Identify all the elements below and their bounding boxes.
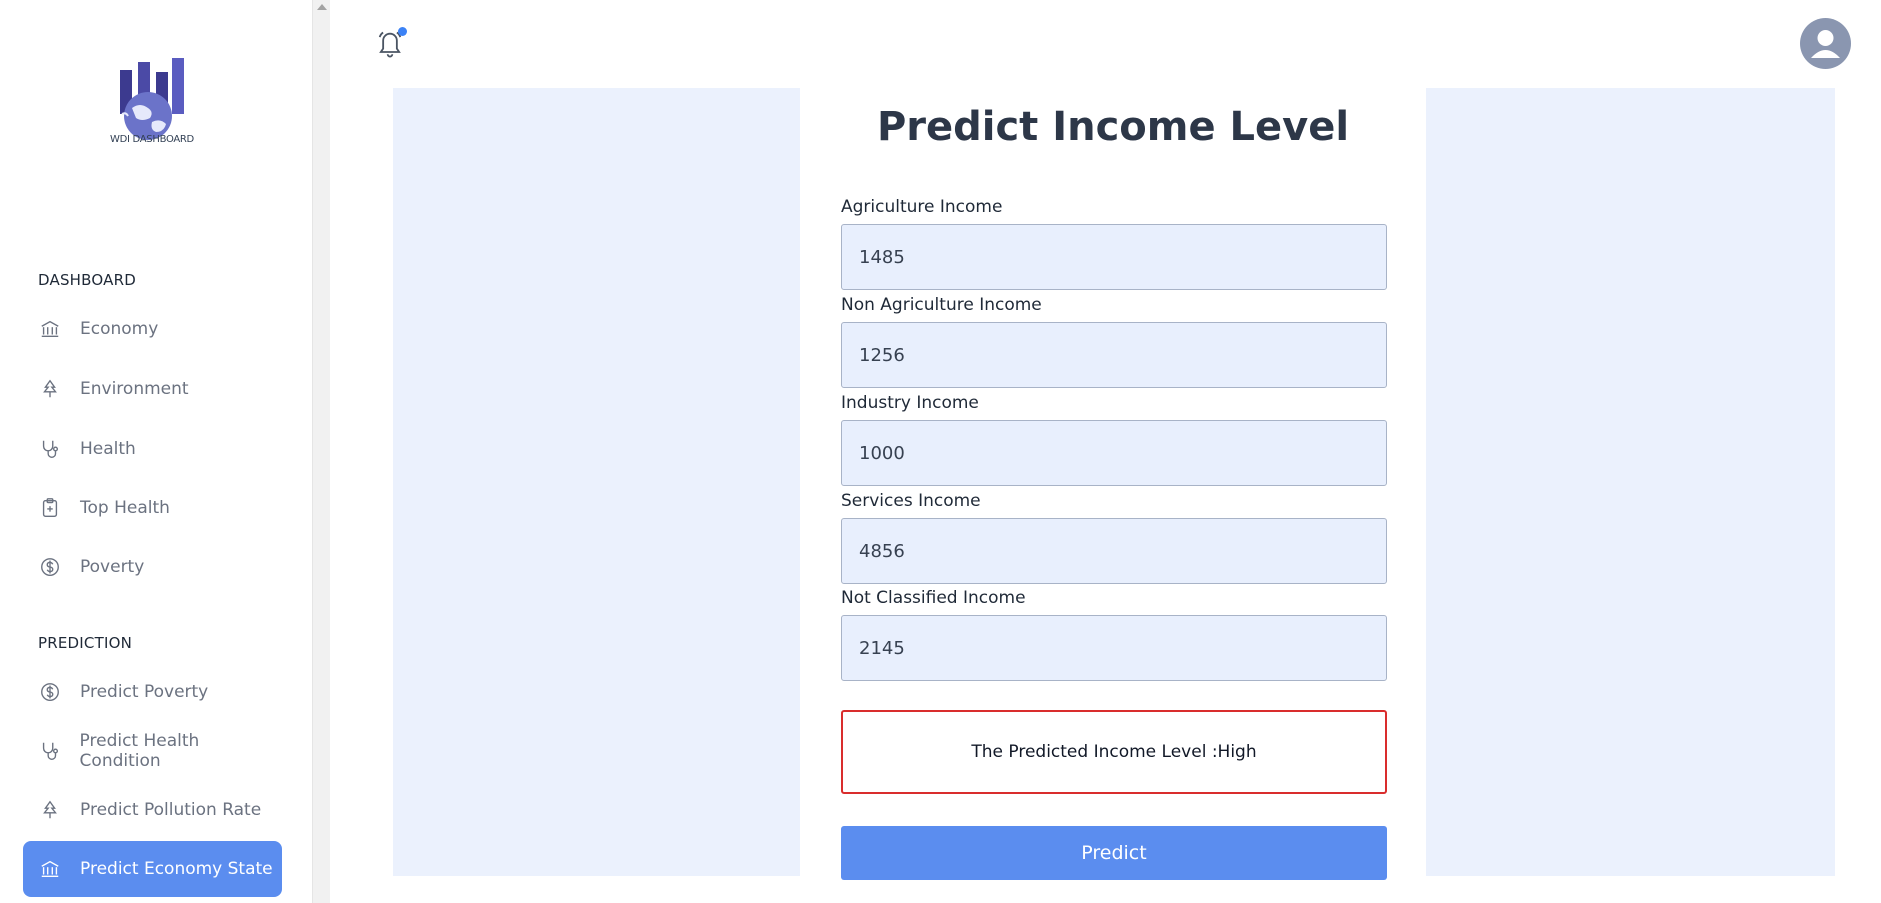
sidebar-scrollbar[interactable] (312, 0, 330, 903)
scroll-up-arrow-icon[interactable] (317, 4, 327, 10)
clipboard-plus-icon (38, 496, 62, 520)
sidebar: WDI DASHBOARD DASHBOARD Economy Environm… (0, 0, 312, 903)
logo-caption: WDI DASHBOARD (110, 134, 194, 145)
not-classified-income-input[interactable] (841, 615, 1387, 681)
sidebar-item-economy[interactable]: Economy (23, 301, 282, 357)
bank-icon (38, 317, 62, 341)
stethoscope-icon (38, 739, 62, 763)
agriculture-income-input[interactable] (841, 224, 1387, 290)
sidebar-item-label: Environment (80, 379, 189, 399)
non-agriculture-income-input[interactable] (841, 322, 1387, 388)
sidebar-item-top-health[interactable]: Top Health (23, 480, 282, 536)
tree-icon (38, 798, 62, 822)
predict-button[interactable]: Predict (841, 826, 1387, 880)
sidebar-item-predict-pollution-rate[interactable]: Predict Pollution Rate (23, 782, 282, 838)
not-classified-income-label: Not Classified Income (841, 588, 1026, 608)
sidebar-item-label: Poverty (80, 557, 145, 577)
sidebar-item-predict-economy-state[interactable]: Predict Economy State (23, 841, 282, 897)
sidebar-item-label: Predict Health Condition (79, 731, 200, 771)
sidebar-item-predict-health-condition[interactable]: Predict Health Condition (23, 723, 282, 779)
industry-income-label: Industry Income (841, 393, 979, 413)
notification-dot (398, 27, 407, 36)
sidebar-item-environment[interactable]: Environment (23, 361, 282, 417)
tree-icon (38, 377, 62, 401)
user-icon (1811, 30, 1840, 58)
sidebar-item-label: Predict Pollution Rate (80, 800, 262, 820)
industry-income-input[interactable] (841, 420, 1387, 486)
sidebar-item-label: Health (80, 439, 136, 459)
sidebar-item-label: Top Health (80, 498, 170, 518)
sidebar-item-label: Economy (80, 319, 159, 339)
services-income-input[interactable] (841, 518, 1387, 584)
dashboard-section-title: DASHBOARD (38, 271, 136, 289)
dollar-circle-icon (38, 680, 62, 704)
services-income-label: Services Income (841, 491, 981, 511)
dollar-circle-icon (38, 555, 62, 579)
sidebar-item-poverty[interactable]: Poverty (23, 539, 282, 595)
non-agriculture-income-label: Non Agriculture Income (841, 295, 1042, 315)
stethoscope-icon (38, 437, 62, 461)
agriculture-income-label: Agriculture Income (841, 197, 1003, 217)
prediction-result: The Predicted Income Level :High (841, 710, 1387, 794)
user-avatar[interactable] (1800, 18, 1851, 69)
page-title: Predict Income Level (876, 104, 1350, 150)
sidebar-item-label: Predict Poverty (80, 682, 209, 702)
sidebar-item-health[interactable]: Health (23, 421, 282, 477)
prediction-section-title: PREDICTION (38, 634, 133, 652)
bank-icon (38, 857, 62, 881)
wdi-logo (120, 58, 184, 140)
sidebar-item-label: Predict Economy State (80, 859, 273, 879)
sidebar-item-predict-poverty[interactable]: Predict Poverty (23, 664, 282, 720)
